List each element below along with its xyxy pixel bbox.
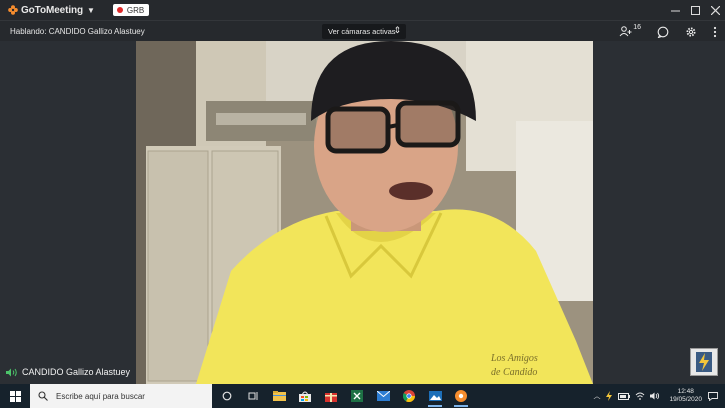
attendees-button[interactable]: 16 — [619, 24, 641, 37]
settings-button[interactable] — [685, 26, 697, 38]
webcam-feed: Los Amigos de Candido — [136, 41, 593, 384]
close-button[interactable] — [705, 0, 725, 20]
store-app[interactable] — [296, 384, 314, 408]
excel-icon — [351, 390, 363, 402]
chevron-down-icon: ▼ — [87, 5, 95, 15]
meeting-toolbar: Hablando: CANDIDO Gallizo Alastuey Ver c… — [0, 20, 725, 41]
minimize-button[interactable] — [665, 0, 685, 20]
speaker-active-icon — [6, 368, 17, 376]
title-bar: GoToMeeting ▼ GRB — [0, 0, 725, 20]
tray-overflow-chevron-icon[interactable]: ︿ — [593, 391, 600, 401]
mail-app[interactable] — [374, 384, 392, 408]
chrome-icon — [403, 390, 415, 402]
clock-date: 19/05/2020 — [669, 396, 702, 403]
video-stage: Los Amigos de Candido CANDIDO Gallizo Al… — [0, 41, 725, 384]
more-vertical-icon — [713, 26, 717, 37]
recording-badge[interactable]: GRB — [112, 4, 150, 16]
camera-view-label: Ver cámaras activas — [328, 27, 396, 36]
toolbar-actions: 16 — [619, 21, 717, 42]
recording-label: GRB — [126, 5, 145, 15]
start-button[interactable] — [0, 384, 30, 408]
gotomeeting-taskbar-icon — [455, 390, 467, 402]
battery-icon[interactable] — [618, 392, 631, 400]
photos-icon — [428, 391, 442, 401]
system-tray: ︿ 12:48 19/05/2020 — [593, 384, 725, 408]
record-dot-icon — [116, 7, 123, 13]
windows-taskbar: Escribe aquí para buscar ︿ 12:48 19/05/2… — [0, 384, 725, 408]
participant-name: CANDIDO Gallizo Alastuey — [22, 367, 131, 377]
volume-icon[interactable] — [650, 392, 660, 400]
window-controls — [665, 0, 725, 20]
gear-icon — [686, 27, 696, 36]
app-name: GoToMeeting — [21, 4, 84, 16]
search-placeholder: Escribe aquí para buscar — [56, 391, 145, 401]
notifications-button[interactable] — [707, 391, 719, 401]
shirt-logo-line1: Los Amigos — [490, 353, 538, 364]
excel-app[interactable] — [348, 384, 366, 408]
close-icon — [710, 5, 720, 15]
lightning-icon — [696, 352, 712, 372]
self-view-thumbnail[interactable] — [690, 348, 718, 376]
attendee-count: 16 — [633, 24, 641, 31]
windows-logo-icon — [9, 390, 21, 402]
participant-video[interactable]: Los Amigos de Candido — [136, 41, 593, 384]
task-view-button[interactable] — [244, 384, 262, 408]
file-explorer-app[interactable] — [270, 384, 288, 408]
minimize-icon — [670, 10, 680, 11]
updown-chevron-icon: ⇕ — [393, 25, 401, 35]
wifi-icon[interactable] — [635, 392, 645, 400]
task-view-icon — [248, 392, 257, 400]
gotomeeting-app[interactable] — [452, 384, 470, 408]
mail-icon — [376, 391, 390, 401]
tray-lightning-icon[interactable] — [605, 391, 613, 401]
notification-icon — [708, 391, 718, 401]
cortana-icon — [222, 391, 232, 401]
maximize-button[interactable] — [685, 0, 705, 20]
folder-icon — [272, 391, 286, 401]
more-options-button[interactable] — [713, 26, 717, 38]
photos-app[interactable] — [426, 384, 444, 408]
speaking-indicator: Hablando: CANDIDO Gallizo Alastuey — [10, 26, 145, 36]
chat-button[interactable] — [657, 26, 669, 38]
cortana-button[interactable] — [218, 384, 236, 408]
chrome-app[interactable] — [400, 384, 418, 408]
taskbar-search[interactable]: Escribe aquí para buscar — [30, 384, 212, 408]
taskbar-clock[interactable]: 12:48 19/05/2020 — [669, 388, 702, 404]
chat-icon — [657, 26, 669, 38]
participant-name-tag: CANDIDO Gallizo Alastuey — [6, 367, 130, 377]
gotomeeting-logo-icon — [8, 5, 18, 15]
search-icon — [38, 391, 48, 401]
store-bag-icon — [299, 391, 311, 402]
app-menu[interactable]: GoToMeeting ▼ — [8, 5, 95, 16]
people-icon — [619, 26, 632, 37]
gift-icon — [325, 393, 337, 402]
taskbar-apps — [218, 384, 470, 408]
gift-app[interactable] — [322, 384, 340, 408]
maximize-icon — [690, 5, 700, 15]
shirt-logo-line2: de Candido — [491, 367, 537, 378]
clock-time: 12:48 — [677, 388, 694, 395]
camera-view-select[interactable]: Ver cámaras activas ⇕ — [322, 24, 406, 39]
